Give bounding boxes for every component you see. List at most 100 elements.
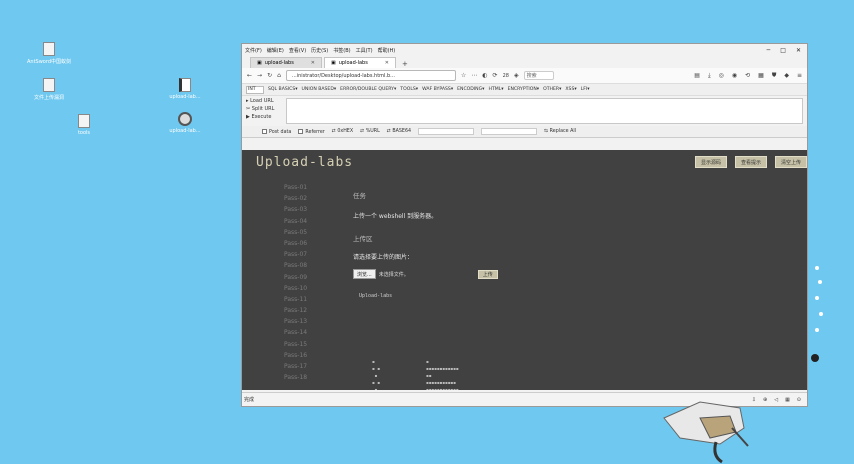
sidebar-item-pass-01[interactable]: Pass-01	[284, 184, 324, 195]
close-tab-icon[interactable]: ✕	[385, 60, 389, 66]
addon-icon[interactable]: ◉	[732, 72, 737, 80]
sidebar-item-pass-17[interactable]: Pass-17	[284, 363, 324, 374]
sidebar-item-pass-15[interactable]: Pass-15	[284, 341, 324, 352]
status-text: 完成	[244, 397, 255, 403]
referrer-checkbox[interactable]: Referrer	[298, 128, 325, 135]
menu-file[interactable]: 文件(F)	[245, 47, 262, 54]
home-icon[interactable]: ⌂	[277, 72, 281, 79]
replace-to-input[interactable]	[481, 128, 538, 135]
shield-icon: ◐	[482, 72, 488, 79]
tab-upload-labs-2[interactable]: ▣ upload-labs ✕	[324, 57, 396, 68]
library-icon[interactable]: ◎	[719, 72, 724, 80]
split-url-button[interactable]: ✂ Split URL	[246, 106, 282, 112]
checkbox-icon	[298, 128, 304, 134]
sidebar-item-pass-06[interactable]: Pass-06	[284, 240, 324, 251]
base64-button[interactable]: ⇄ BASE64	[387, 129, 411, 134]
post-data-checkbox[interactable]: Post data	[262, 128, 291, 135]
tab-upload-labs-1[interactable]: ▣ upload-labs ✕	[250, 57, 322, 68]
footer-logo: Upload-labs	[359, 293, 393, 299]
show-source-button[interactable]: 显示源码	[694, 156, 727, 168]
menu-help[interactable]: 帮助(H)	[378, 47, 396, 54]
sidebar-item-pass-08[interactable]: Pass-08	[284, 262, 324, 273]
address-bar[interactable]: ...inistrator/Desktop/upload-labs.html.b…	[285, 70, 456, 81]
hackbar-other[interactable]: OTHER▾	[543, 87, 561, 92]
menu-bookmarks[interactable]: 书签(B)	[333, 47, 350, 54]
hackbar-tools[interactable]: TOOLS▾	[400, 87, 418, 92]
menu-tools[interactable]: 工具(T)	[356, 47, 373, 54]
sidebar-item-pass-02[interactable]: Pass-02	[284, 195, 324, 206]
desktop-icon-upload-labs-folder[interactable]: upload-lab...	[162, 78, 208, 100]
hackbar-error-double-query[interactable]: ERROR/DOUBLE QUERY▾	[340, 87, 396, 92]
view-hint-button[interactable]: 查看提示	[734, 156, 767, 168]
sidebar-item-pass-13[interactable]: Pass-13	[284, 318, 324, 329]
sync-icon[interactable]: ⟲	[745, 72, 750, 80]
menu-edit[interactable]: 编辑(E)	[267, 47, 284, 54]
grid-icon[interactable]: ▦	[785, 397, 790, 403]
upload-button[interactable]: 上传	[477, 269, 498, 279]
mascot-image	[663, 401, 749, 464]
desktop-icon-tools[interactable]: tools	[61, 114, 107, 136]
hackbar-type-select[interactable]: INT	[246, 85, 264, 94]
hackbar-icon[interactable]: ◆	[784, 72, 789, 80]
execute-button[interactable]: ▶ Execute	[246, 114, 282, 120]
site-logo[interactable]: Upload-labs	[256, 155, 353, 170]
sidebar-item-pass-11[interactable]: Pass-11	[284, 296, 324, 307]
new-tab-button[interactable]: +	[398, 60, 412, 68]
sidebar-item-pass-16[interactable]: Pass-16	[284, 352, 324, 363]
reload-icon[interactable]: ↻	[267, 72, 272, 79]
menu-history[interactable]: 历史(S)	[311, 47, 328, 54]
sidebar-item-pass-03[interactable]: Pass-03	[284, 206, 324, 217]
toolbar-icons: ▤ ⤓ ◎ ◉ ⟲ ▦ ⛊ ◆ ≡	[694, 72, 802, 80]
hackbar-encoding[interactable]: ENCODING▾	[457, 87, 484, 92]
forward-icon[interactable]: →	[257, 72, 262, 79]
url-encode-button[interactable]: ⇄ %URL	[360, 129, 380, 134]
back-icon[interactable]: ←	[247, 72, 252, 79]
bookmarks-icon[interactable]: ▤	[694, 72, 700, 80]
maximize-icon[interactable]: □	[780, 47, 786, 54]
hex-button[interactable]: ⇄ 0xHEX	[332, 129, 353, 134]
shield-block-icon[interactable]: ⛊	[772, 72, 777, 80]
sound-icon[interactable]: ◁	[774, 397, 778, 403]
sidebar-item-pass-09[interactable]: Pass-09	[284, 274, 324, 285]
hamburger-menu-icon[interactable]: ≡	[797, 72, 802, 80]
hackbar-encryption[interactable]: ENCRYPTION▾	[508, 87, 540, 92]
close-icon[interactable]: ✕	[796, 47, 801, 54]
desktop-icon-label: AntSword中国蚁剑	[26, 59, 71, 65]
sidebar-item-pass-04[interactable]: Pass-04	[284, 218, 324, 229]
desktop-icon-upload-labs-app[interactable]: upload-lab...	[162, 112, 208, 134]
menu-kebab-icon[interactable]: ⋯	[471, 72, 477, 79]
refresh-icon[interactable]: ⟳	[493, 72, 498, 79]
sidebar-item-pass-10[interactable]: Pass-10	[284, 285, 324, 296]
hackbar-waf-bypass[interactable]: WAF BYPASS▾	[422, 87, 453, 92]
minimize-icon[interactable]: ─	[767, 47, 771, 54]
browser-window: 文件(F) 编辑(E) 查看(V) 历史(S) 书签(B) 工具(T) 帮助(H…	[241, 43, 808, 407]
hackbar-html[interactable]: HTML▾	[488, 87, 503, 92]
hackbar-lfi[interactable]: LFI▾	[581, 87, 590, 92]
hackbar-union-based[interactable]: UNION BASED▾	[302, 87, 337, 92]
header-buttons: 显示源码 查看提示 清空上传	[694, 156, 807, 168]
gear-icon	[178, 112, 192, 126]
sidebar-item-pass-07[interactable]: Pass-07	[284, 251, 324, 262]
replace-all-button[interactable]: ⇆ Replace All	[544, 129, 576, 134]
desktop-icon-upload-vuln[interactable]: 文件上传漏洞	[26, 78, 72, 101]
menu-view[interactable]: 查看(V)	[289, 47, 306, 54]
hackbar-url-textarea[interactable]	[286, 98, 803, 124]
hackbar-sql-basics[interactable]: SQL BASICS▾	[268, 87, 298, 92]
desktop-icon-antsword[interactable]: AntSword中国蚁剑	[26, 42, 72, 65]
replace-from-input[interactable]	[418, 128, 475, 135]
screenshot-icon[interactable]: ▦	[758, 72, 764, 80]
bookmark-star-icon[interactable]: ☆	[461, 72, 466, 79]
sidebar-item-pass-14[interactable]: Pass-14	[284, 329, 324, 340]
clear-upload-button[interactable]: 清空上传	[774, 156, 807, 168]
sidebar-item-pass-12[interactable]: Pass-12	[284, 307, 324, 318]
sidebar-item-pass-05[interactable]: Pass-05	[284, 229, 324, 240]
zoom-icon[interactable]: ⊙	[797, 397, 801, 403]
sidebar-item-pass-18[interactable]: Pass-18	[284, 374, 324, 385]
browse-button[interactable]: 浏览...	[353, 269, 376, 279]
extension-icon[interactable]: ◈	[514, 72, 519, 79]
load-url-button[interactable]: ▸ Load URL	[246, 98, 282, 104]
close-tab-icon[interactable]: ✕	[311, 60, 315, 66]
download-icon[interactable]: ⤓	[708, 72, 711, 80]
search-input[interactable]: 搜索	[523, 71, 554, 80]
hackbar-xss[interactable]: XSS▾	[565, 87, 576, 92]
